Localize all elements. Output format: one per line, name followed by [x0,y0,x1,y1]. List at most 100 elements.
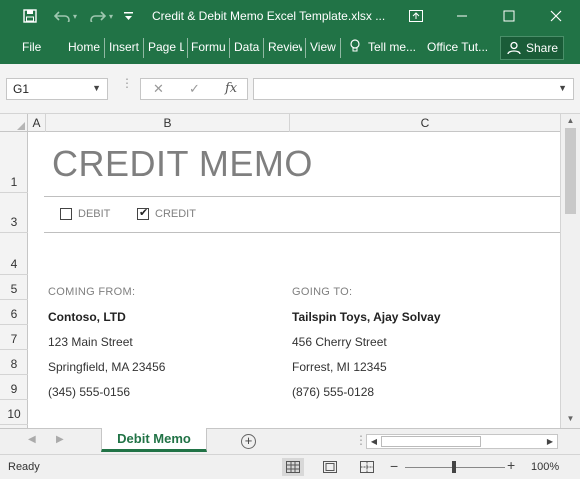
tab-separator [305,38,306,58]
share-label: Share [526,41,559,55]
credit-label: CREDIT [155,208,196,220]
row-header-1[interactable]: 1 [0,132,28,193]
title-divider [44,196,560,197]
insert-function-icon[interactable]: fx [225,81,237,96]
zoom-level[interactable]: 100% [531,461,559,473]
row-header-6[interactable]: 6 [0,300,28,325]
debit-label: DEBIT [78,208,111,220]
formula-bar: G1 ▼ ⋮ ✕ ✓ fx ▼ [0,64,580,114]
to-company-name: Tailspin Toys, Ajay Solvay [292,310,441,324]
sheet-tab-bar: ◀ ▶ Debit Memo + ⋮ ◀ ▶ [0,428,580,454]
scroll-left-icon[interactable]: ◀ [367,435,381,448]
share-button[interactable]: Share [500,36,564,60]
from-phone: (345) 555-0156 [48,385,131,399]
ribbon-display-options-icon[interactable] [393,0,439,32]
row-header-10[interactable]: 10 [0,400,28,425]
row-header-9[interactable]: 9 [0,375,28,400]
tab-page-layout[interactable]: Page L [148,40,184,54]
page-layout-view-icon[interactable] [319,458,341,476]
tab-separator [263,38,264,58]
tab-data[interactable]: Data [234,40,261,54]
name-box[interactable]: G1 ▼ [6,78,108,100]
select-all-corner[interactable] [0,114,28,132]
lightbulb-icon[interactable] [350,39,360,56]
scroll-right-icon[interactable]: ▶ [543,435,557,448]
redo-dropdown-icon[interactable]: ▾ [106,0,116,32]
formula-bar-resize-handle[interactable]: ⋮ [121,77,133,89]
row-header-7[interactable]: 7 [0,325,28,350]
tell-me-search[interactable]: Tell me... [368,40,416,54]
tab-separator [229,38,230,58]
status-bar: Ready − + 100% [0,454,580,479]
options-divider [44,232,560,233]
maximize-icon[interactable] [486,0,532,32]
customize-qat-icon[interactable] [120,0,136,32]
page-break-preview-icon[interactable] [356,458,378,476]
vertical-scroll-thumb[interactable] [565,128,576,214]
cancel-icon[interactable]: ✕ [153,81,164,97]
zoom-slider-thumb[interactable] [452,461,456,473]
row-header-8[interactable]: 8 [0,350,28,375]
column-header-a[interactable]: A [28,114,46,132]
debit-option[interactable]: DEBIT [60,208,110,220]
ribbon-tabs: File Home Insert Page L Formu Data Revie… [0,32,580,64]
enter-check-icon[interactable]: ✓ [189,81,200,97]
minimize-icon[interactable] [439,0,485,32]
name-box-value: G1 [13,82,30,96]
zoom-in-icon[interactable]: + [507,457,515,473]
to-street: 456 Cherry Street [292,335,387,349]
column-header-b[interactable]: B [46,114,290,132]
credit-checkbox[interactable]: ✔ [137,207,149,220]
tab-formulas[interactable]: Formu [191,40,226,54]
column-headers: A B C [0,114,580,132]
checkmark-icon: ✔ [139,207,149,219]
normal-view-icon[interactable] [282,458,304,476]
horizontal-scrollbar[interactable]: ◀ ▶ [366,434,558,449]
row-headers: 1 3 4 5 6 7 8 9 10 [0,132,28,428]
person-icon [507,41,521,55]
credit-option[interactable]: ✔ CREDIT [137,207,196,220]
tab-view[interactable]: View [310,40,337,54]
tab-separator [340,38,341,58]
tab-home[interactable]: Home [68,40,100,54]
tab-separator [187,38,188,58]
sheet-tab-debit-memo[interactable]: Debit Memo [101,428,207,452]
row-header-5[interactable]: 5 [0,275,28,300]
row-header-3[interactable]: 3 [0,193,28,233]
memo-title: CREDIT MEMO [52,143,313,184]
title-bar: ▾ ▾ Credit & Debit Memo Excel Template.x… [0,0,580,32]
formula-input[interactable]: ▼ [253,78,574,100]
close-icon[interactable] [533,0,579,32]
from-street: 123 Main Street [48,335,133,349]
to-phone: (876) 555-0128 [292,385,375,399]
coming-from-label: COMING FROM: [48,286,136,298]
worksheet-grid[interactable]: CREDIT MEMO DEBIT ✔ CREDIT COMING FROM: … [28,132,560,428]
window-title: Credit & Debit Memo Excel Template.xlsx … [152,9,386,23]
to-city: Forrest, MI 12345 [292,360,387,374]
vertical-scrollbar[interactable]: ▲ ▼ [560,114,580,428]
from-city: Springfield, MA 23456 [48,360,166,374]
save-icon[interactable] [18,0,42,32]
formula-buttons: ✕ ✓ fx [140,78,248,100]
name-box-dropdown-icon[interactable]: ▼ [92,83,101,93]
column-header-c[interactable]: C [290,114,560,132]
from-company-name: Contoso, LTD [48,310,126,324]
tab-office-tutorials[interactable]: Office Tut... [427,40,495,54]
undo-dropdown-icon[interactable]: ▾ [70,0,80,32]
debit-checkbox[interactable] [60,208,72,220]
going-to-label: GOING TO: [292,286,353,298]
tab-review[interactable]: Review [268,40,302,54]
status-text: Ready [8,461,40,473]
scroll-up-icon[interactable]: ▲ [561,116,580,125]
horizontal-scroll-thumb[interactable] [381,436,481,447]
tab-file[interactable]: File [22,40,41,54]
zoom-out-icon[interactable]: − [390,458,398,474]
tab-separator [143,38,144,58]
row-header-4[interactable]: 4 [0,233,28,275]
next-sheet-icon[interactable]: ▶ [56,434,64,445]
new-sheet-icon[interactable]: + [241,434,256,449]
expand-formula-bar-icon[interactable]: ▼ [558,83,567,93]
scroll-down-icon[interactable]: ▼ [561,414,580,423]
previous-sheet-icon[interactable]: ◀ [28,434,36,445]
tab-insert[interactable]: Insert [109,40,140,54]
